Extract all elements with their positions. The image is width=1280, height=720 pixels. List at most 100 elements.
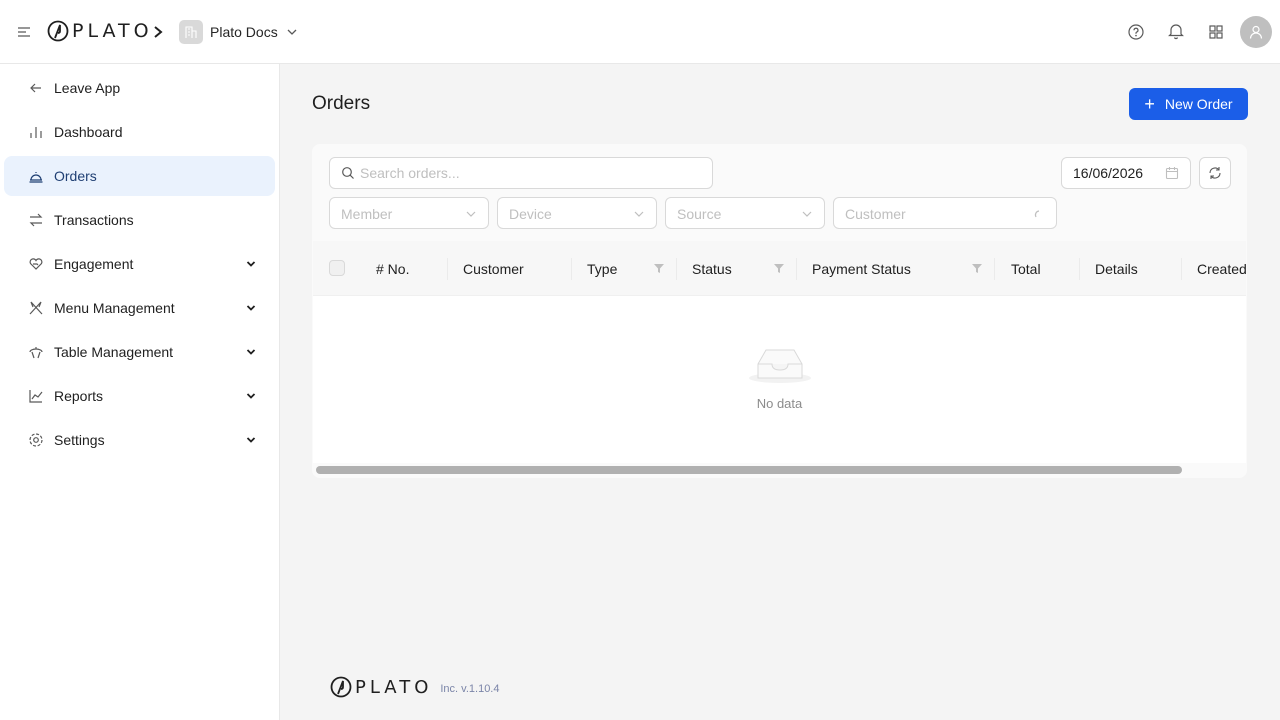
column-label: Created — [1197, 260, 1247, 277]
sidebar-item-leave-app[interactable]: Leave App — [4, 68, 275, 108]
version-text: Inc. v.1.10.4 — [440, 683, 500, 695]
column-divider — [447, 258, 448, 280]
sidebar-item-settings[interactable]: Settings — [4, 420, 275, 460]
sidebar-item-table-management[interactable]: Table Management — [4, 332, 275, 372]
sidebar-item-transactions[interactable]: Transactions — [4, 200, 275, 240]
sidebar-item-label: Menu Management — [54, 300, 175, 316]
sidebar: Leave App Dashboard Orders Transactions … — [0, 64, 280, 720]
arrow-left-icon — [30, 83, 41, 93]
search-icon — [342, 167, 354, 179]
column-status[interactable]: Status — [692, 241, 787, 296]
column-customer[interactable]: Customer — [463, 241, 524, 296]
customer-select[interactable]: Customer — [833, 197, 1057, 229]
filter-icon[interactable] — [653, 262, 665, 274]
footer: PLATO Inc. v.1.10.4 — [330, 676, 499, 698]
building-icon — [179, 20, 203, 44]
date-picker[interactable]: 16/06/2026 — [1061, 157, 1191, 189]
column-no[interactable]: # No. — [376, 241, 409, 296]
cloche-icon — [29, 172, 43, 183]
new-order-label: New Order — [1164, 96, 1233, 112]
column-created[interactable]: Created — [1197, 241, 1247, 296]
column-label: Status — [692, 260, 732, 277]
chevron-down-icon — [246, 305, 256, 311]
empty-state-text: No data — [756, 396, 803, 411]
source-placeholder: Source — [677, 206, 722, 222]
column-label: Total — [1011, 260, 1041, 277]
chevron-right-icon — [154, 26, 163, 38]
bar-chart-icon — [30, 127, 42, 138]
chevron-down-icon — [802, 211, 812, 217]
search-input[interactable] — [360, 165, 680, 181]
column-details[interactable]: Details — [1095, 241, 1138, 296]
chevron-down-icon — [287, 29, 297, 35]
sidebar-item-label: Table Management — [54, 344, 174, 360]
date-value: 16/06/2026 — [1073, 165, 1144, 181]
select-all-checkbox[interactable] — [329, 260, 345, 276]
swap-icon — [29, 213, 43, 227]
device-placeholder: Device — [509, 206, 552, 222]
project-name: Plato Docs — [210, 24, 278, 40]
menu-toggle-icon[interactable] — [16, 24, 32, 40]
search-field[interactable] — [329, 157, 713, 189]
help-icon[interactable] — [1126, 22, 1146, 42]
column-label: Customer — [463, 260, 524, 277]
filter-icon[interactable] — [971, 262, 983, 274]
column-divider — [796, 258, 797, 280]
chevron-down-icon — [246, 261, 256, 267]
column-type[interactable]: Type — [587, 241, 667, 296]
apps-grid-icon[interactable] — [1206, 22, 1226, 42]
column-payment-status[interactable]: Payment Status — [812, 241, 987, 296]
chevron-down-icon — [246, 437, 256, 443]
footer-brand: PLATO — [355, 676, 433, 698]
sidebar-item-label: Dashboard — [54, 124, 123, 140]
table-header: # No. Customer Type Status Payment Statu… — [313, 241, 1247, 296]
table-icon — [29, 347, 43, 359]
brand-logo[interactable]: PLATO — [47, 20, 153, 42]
plato-logo-icon — [47, 20, 69, 42]
project-switcher[interactable]: Plato Docs — [179, 20, 298, 44]
chevron-down-icon — [466, 211, 476, 217]
member-select[interactable]: Member — [329, 197, 489, 229]
device-select[interactable]: Device — [497, 197, 657, 229]
column-divider — [994, 258, 995, 280]
column-divider — [1079, 258, 1080, 280]
chevron-down-icon — [246, 349, 256, 355]
column-divider — [676, 258, 677, 280]
chevron-down-icon — [634, 211, 644, 217]
plato-logo-icon — [330, 676, 352, 698]
sidebar-item-label: Transactions — [54, 212, 134, 228]
column-label: Payment Status — [812, 260, 911, 277]
source-select[interactable]: Source — [665, 197, 825, 229]
sidebar-item-engagement[interactable]: Engagement — [4, 244, 275, 284]
column-divider — [571, 258, 572, 280]
horizontal-scrollbar[interactable] — [316, 466, 1182, 474]
column-total[interactable]: Total — [1011, 241, 1041, 296]
column-divider — [1181, 258, 1182, 280]
brand-name: PLATO — [72, 20, 153, 42]
sidebar-item-label: Leave App — [54, 80, 121, 96]
refresh-button[interactable] — [1199, 157, 1231, 189]
customer-placeholder: Customer — [845, 206, 906, 222]
chevron-down-icon — [246, 393, 256, 399]
new-order-button[interactable]: + New Order — [1129, 88, 1248, 120]
filter-icon[interactable] — [773, 262, 785, 274]
avatar[interactable] — [1240, 16, 1272, 48]
sidebar-item-dashboard[interactable]: Dashboard — [4, 112, 275, 152]
sidebar-item-label: Settings — [54, 432, 105, 448]
calendar-icon — [1165, 167, 1179, 180]
bell-icon[interactable] — [1166, 21, 1186, 41]
sidebar-item-label: Reports — [54, 388, 104, 404]
sidebar-item-menu-management[interactable]: Menu Management — [4, 288, 275, 328]
sidebar-item-label: Orders — [54, 168, 97, 184]
utensils-icon — [29, 301, 43, 315]
gear-icon — [29, 433, 43, 447]
member-placeholder: Member — [341, 206, 393, 222]
page-title: Orders — [312, 93, 371, 114]
line-chart-icon — [29, 390, 43, 403]
column-label: Type — [587, 260, 618, 277]
heart-hand-icon — [29, 258, 43, 270]
top-header: PLATO Plato Docs — [0, 0, 1280, 64]
sidebar-item-orders[interactable]: Orders — [4, 156, 275, 196]
sidebar-item-reports[interactable]: Reports — [4, 376, 275, 416]
user-icon — [1249, 25, 1263, 39]
